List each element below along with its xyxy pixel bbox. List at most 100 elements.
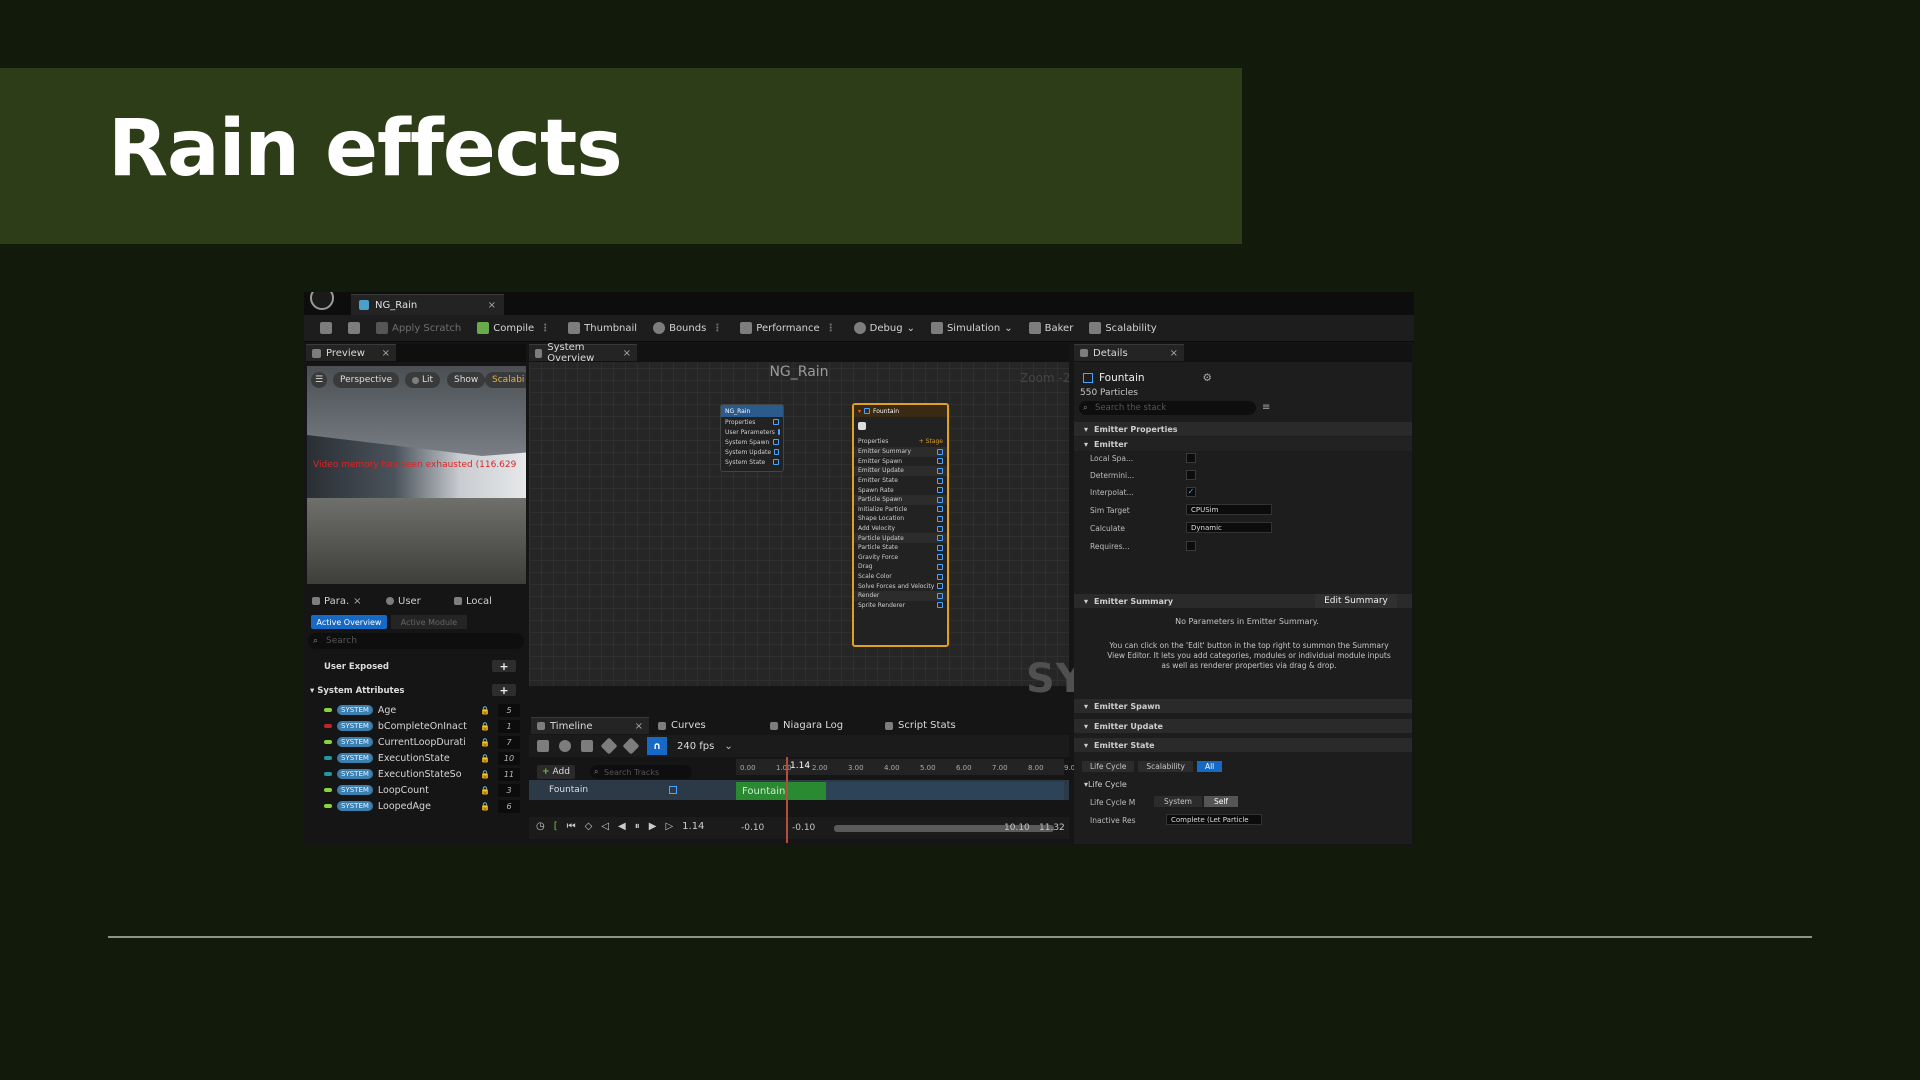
emitter-node-row[interactable]: Initialize Particle [854,505,947,515]
current-time[interactable]: 1.14 [682,821,704,832]
emitter-node-row[interactable]: Shape Location [854,514,947,524]
attribute-row[interactable]: SYSTEM LoopCount 🔒 3 [324,782,520,798]
range-start[interactable]: -0.10 [741,823,764,833]
emitter-node-row[interactable]: Emitter Update [854,466,947,476]
add-stage-button[interactable]: + Stage [919,438,943,445]
view-options-icon[interactable] [559,740,571,752]
add-track-button[interactable]: + Add [537,765,575,779]
close-icon[interactable]: × [488,300,496,311]
preview-tab[interactable]: Preview × [306,344,396,361]
emitter-update-header[interactable]: ▾ Emitter Update [1074,719,1412,733]
system-node-row[interactable]: User Parameters [721,427,783,437]
emitter-group-header[interactable]: ▾ Emitter [1074,437,1412,451]
emitter-enable-checkbox[interactable] [1083,373,1093,383]
stack-search-input[interactable]: ⌕ Search the stack [1079,401,1256,415]
system-overview-tab[interactable]: System Overview × [529,342,637,364]
performance-button[interactable]: Performance ⋮ [732,315,845,342]
requires-checkbox[interactable] [1186,541,1196,551]
step-back-icon[interactable]: ◁ [601,821,609,832]
show-button[interactable]: Show [447,372,486,388]
simulation-button[interactable]: Simulation ⌄ [923,315,1021,342]
system-node[interactable]: NG_Rain Properties User Parameters System … [720,404,784,472]
close-icon[interactable]: × [353,596,361,607]
playback-options-icon[interactable] [581,740,593,752]
browse-icon[interactable] [340,315,368,342]
close-icon[interactable]: × [1170,348,1178,359]
edit-tool-icon[interactable] [537,740,549,752]
system-node-row[interactable]: Properties [721,417,783,427]
playhead[interactable] [786,757,788,843]
close-icon[interactable]: × [382,348,390,359]
inactive-response-select[interactable]: Complete (Let Particle [1166,814,1262,825]
play-reverse-icon[interactable]: ◀ [618,821,626,832]
clock-icon[interactable]: ◷ [536,821,545,832]
viewport-menu-button[interactable]: ☰ [311,372,328,388]
emitter-properties-row[interactable]: Properties + Stage [854,435,947,447]
attribute-row[interactable]: SYSTEM ExecutionStateSo 🔒 11 [324,766,520,782]
emitter-node[interactable]: ▾ Fountain Properties + Stage Emitter Summ… [852,403,949,647]
determinism-checkbox[interactable] [1186,470,1196,480]
loop-icon[interactable]: [ [554,821,558,832]
mode-system[interactable]: System [1154,796,1202,807]
system-node-row[interactable]: System State [721,457,783,467]
emitter-node-row[interactable]: Emitter State [854,476,947,486]
save-icon[interactable] [312,315,340,342]
tab-niagara-log[interactable]: Niagara Log [764,717,849,734]
close-icon[interactable]: × [635,721,643,732]
emitter-node-row[interactable]: Solve Forces and Velocity [854,581,947,591]
bounds-button[interactable]: Bounds ⋮ [645,315,732,342]
track-enable-checkbox[interactable] [669,786,677,794]
mode-self[interactable]: Self [1203,796,1239,807]
tab-user[interactable]: User [382,592,425,610]
param-search-input[interactable]: ⌕ Search [308,633,524,649]
baker-button[interactable]: Baker [1021,315,1082,342]
emitter-enable-checkbox[interactable] [864,408,871,414]
emitter-spawn-header[interactable]: ▾ Emitter Spawn [1074,699,1412,713]
auto-key-icon[interactable] [622,737,640,755]
emitter-state-header[interactable]: ▾ Emitter State [1074,738,1412,752]
track-search-input[interactable]: ⌕ Search Tracks [590,765,692,779]
system-overview-graph[interactable] [529,344,1069,686]
next-key-icon[interactable]: ▷ [665,821,673,832]
tab-local[interactable]: Local [450,592,496,610]
play-icon[interactable]: ▶ [649,821,657,832]
apply-scratch-button[interactable]: Apply Scratch [368,315,469,342]
interpolated-checkbox[interactable]: ✓ [1186,487,1196,497]
attribute-row[interactable]: SYSTEM CurrentLoopDurati 🔒 7 [324,734,520,750]
add-user-param-button[interactable]: + [492,660,516,673]
prev-key-icon[interactable]: ◇ [585,821,593,832]
local-space-checkbox[interactable] [1186,453,1196,463]
emitter-node-row[interactable]: Drag [854,562,947,572]
active-module-button[interactable]: Active Module [391,615,467,629]
tab-life-cycle[interactable]: Life Cycle [1082,761,1135,772]
system-node-row[interactable]: System Spawn [721,437,783,447]
keys-icon[interactable] [600,737,618,755]
active-overview-button[interactable]: Active Overview [311,615,387,629]
attribute-row[interactable]: SYSTEM LoopedAge 🔒 6 [324,798,520,814]
system-node-row[interactable]: System Update [721,447,783,457]
thumbnail-button[interactable]: Thumbnail [560,315,645,342]
emitter-node-row[interactable]: Particle Spawn [854,494,947,505]
range-end-view[interactable]: 10.10 [1004,823,1030,833]
lit-button[interactable]: Lit [405,372,441,388]
snap-icon[interactable]: ∩ [647,737,667,755]
range-start-view[interactable]: -0.10 [792,823,815,833]
perspective-button[interactable]: Perspective [333,372,400,388]
attribute-row[interactable]: SYSTEM Age 🔒 5 [324,702,520,718]
scalability-mode-button[interactable]: Scalabi [485,372,526,388]
gear-icon[interactable]: ⚙ [1203,372,1212,384]
compile-button[interactable]: Compile ⋮ [469,315,560,342]
emitter-node-row[interactable]: Spawn Rate [854,485,947,495]
sim-target-select[interactable]: CPUSim [1186,504,1272,515]
emitter-node-row[interactable]: Sprite Renderer [854,601,947,611]
add-system-attribute-button[interactable]: + [492,684,516,697]
pause-icon[interactable]: ⏸ [635,821,640,832]
fps-selector[interactable]: 240 fps [677,741,714,752]
tab-scalability[interactable]: Scalability [1138,761,1193,772]
tab-curves[interactable]: Curves [652,717,712,734]
tab-script-stats[interactable]: Script Stats [879,717,962,734]
tab-timeline[interactable]: Timeline × [531,717,649,734]
emitter-node-row[interactable]: Render [854,590,947,601]
tab-all[interactable]: All [1196,761,1223,772]
preview-viewport[interactable]: Video memory has been exhausted (116.629… [307,366,526,584]
